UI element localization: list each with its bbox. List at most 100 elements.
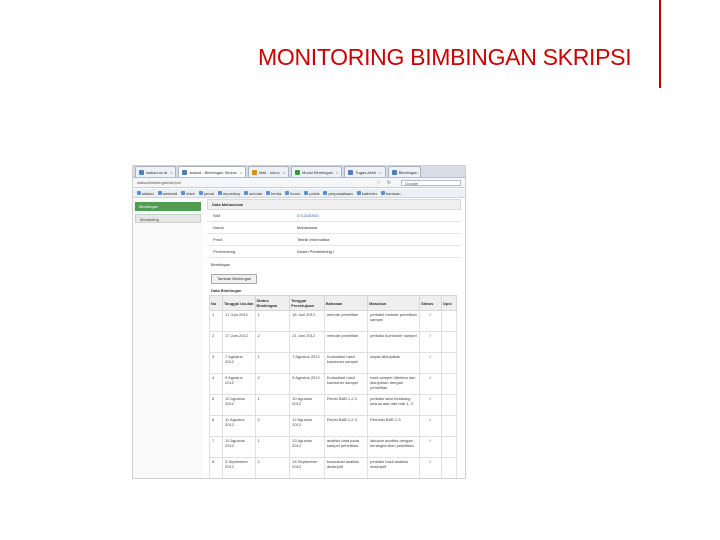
table-cell-opsi[interactable] [440, 373, 458, 395]
table-cell: 7 Agustus 2012 [222, 352, 256, 374]
bookmark-item[interactable]: kalender [356, 191, 377, 196]
table-cell: konsultasi analisis deskriptif [323, 457, 369, 478]
bookmark-icon [137, 191, 141, 195]
tab-siakad[interactable]: siakad.ac.id × [135, 166, 177, 177]
table-cell-opsi[interactable] [440, 394, 458, 416]
bookmark-label: repository [222, 190, 241, 196]
info-row-prodi: Prodi Teknik Informatika [207, 234, 461, 246]
bookmark-item[interactable]: jurnal [198, 191, 214, 196]
info-row-pembimbing: Pembimbing Dosen Pembimbing I [207, 246, 461, 258]
tab-modul[interactable]: Modul Bimbingan × [290, 166, 343, 177]
tab-mail[interactable]: Mail - Inbox × [247, 166, 289, 177]
table-cell: 5 [209, 394, 223, 416]
bookmark-item[interactable]: perpustakaan [323, 190, 353, 196]
table-cell: 11 Agustus 2012 [222, 415, 256, 437]
favicon-icon [182, 169, 188, 175]
field-value: Dosen Pembimbing I [297, 249, 335, 254]
bookmark-label: drive [186, 190, 195, 196]
table-cell: 2 [254, 331, 291, 353]
table-cell: analisis data pada sampel penelitian [323, 436, 369, 458]
table-cell: 2 [254, 373, 291, 395]
close-icon[interactable]: × [336, 168, 338, 177]
bookmark-icon [323, 191, 328, 195]
add-bimbingan-button[interactable]: Tambah Bimbingan [211, 274, 258, 284]
table-cell: 1 [254, 310, 291, 332]
tab-bimbingan[interactable]: siakad - Bimbingan Skripsi × [178, 166, 246, 177]
star-icon[interactable]: ☆ [377, 178, 381, 188]
tab-label: siakad - Bimbingan Skripsi [189, 169, 237, 175]
table-cell-opsi[interactable] [440, 352, 458, 374]
table-cell: Konsultasi hasil kuesioner sampel [323, 352, 369, 374]
table-cell: 3 [209, 352, 223, 374]
table-cell: Revisi BAB 1,2,3 [323, 394, 369, 416]
table-cell-opsi[interactable] [440, 331, 458, 353]
table-cell: 10 Agustus 2012 [222, 394, 256, 416]
status-check-icon: ✓ [419, 457, 442, 478]
table-header-row: No Tanggal Usulan Status Bimbingan Tangg… [209, 295, 458, 311]
table-cell: Revisi BAB 1,2,3 [323, 415, 369, 437]
tab-label: Mail - Inbox [258, 169, 280, 175]
url-text: siakad/bimbingan/skripsi [137, 180, 181, 185]
browser-screenshot: siakad.ac.id × siakad - Bimbingan Skripsi… [132, 165, 466, 479]
field-label: Nama [213, 225, 224, 230]
close-icon[interactable]: × [379, 168, 381, 177]
field-label: Prodi [213, 237, 223, 242]
bookmark-icon [285, 191, 290, 195]
table-row: 1 17 Juni 2012 1 18 Juni 2012 metode penelit… [209, 310, 458, 332]
bookmark-label: siakad [142, 190, 154, 196]
tab-label: Modul Bimbingan [301, 169, 333, 175]
column-header: Masukan [367, 295, 421, 311]
table-title: Data Bimbingan [211, 288, 242, 293]
column-header: Tanggal Persetujuan [289, 295, 325, 311]
table-cell-opsi[interactable] [440, 436, 458, 458]
bookmark-item[interactable]: scholar [244, 191, 262, 196]
sidebar-item-bimbingan[interactable]: Bimbingan [135, 202, 201, 211]
bookmark-item[interactable]: drive [181, 191, 195, 196]
table-cell: 6 [209, 415, 223, 437]
field-value-link[interactable]: 0712100011 [297, 213, 319, 218]
table-cell: perbaiki latar belakang sesuai ada dari … [367, 394, 421, 416]
bookmark-icon [266, 191, 271, 195]
bookmark-item[interactable]: berita [266, 191, 281, 196]
column-header: Tanggal Usulan [222, 295, 256, 311]
info-row-nama: Nama Mahasiswa [207, 222, 461, 234]
bookmark-item[interactable]: portal [304, 191, 319, 196]
table-row: 5 10 Agustus 2012 1 10 Agustus 2012 Revisi B… [209, 394, 458, 416]
table-cell: 12 Agustus 2012 [289, 415, 325, 437]
table-cell-opsi[interactable] [440, 457, 458, 478]
close-icon[interactable]: × [240, 168, 242, 177]
column-header: Status [419, 295, 442, 311]
tab-bimbingan-2[interactable]: Bimbingan [387, 166, 422, 177]
field-value: Teknik Informatika [297, 237, 330, 242]
table-cell: hasil sampel diterima dan dianjurkan den… [367, 373, 421, 395]
close-icon[interactable]: × [170, 168, 172, 177]
status-check-icon: ✓ [419, 331, 442, 353]
table-cell: 10 Agustus 2012 [289, 394, 325, 416]
table-cell: 1 [254, 436, 291, 458]
table-cell: 18 September 2012 [289, 457, 325, 478]
favicon-icon [251, 169, 257, 175]
table-row: 49 Agustus 2012 2 9 Agustus 2012 Konsultasi… [209, 373, 458, 395]
table-cell: 21 Juni 2012 [289, 331, 325, 353]
close-icon[interactable]: × [283, 168, 285, 177]
address-bar[interactable]: siakad/bimbingan/skripsi ☆ ↻ Google [133, 178, 465, 188]
bookmark-item[interactable]: forum [285, 191, 300, 196]
bookmark-icon [198, 191, 203, 195]
bookmark-item[interactable]: bantuan [381, 191, 401, 196]
table-cell: metode penelitian [323, 331, 369, 353]
table-cell: Perbaiki BAB 1-3 [367, 415, 421, 437]
status-check-icon: ✓ [419, 310, 442, 332]
bookmark-label: perpustakaan [328, 190, 353, 196]
table-cell-opsi[interactable] [440, 415, 458, 437]
table-cell: 4 [209, 373, 223, 395]
reload-icon[interactable]: ↻ [387, 178, 391, 188]
tab-tugas-akhir[interactable]: Tugas Akhir × [344, 166, 386, 177]
bookmark-item[interactable]: webmail [157, 191, 177, 196]
sidebar-item-monitoring[interactable]: Monitoring [135, 214, 201, 223]
bookmark-icon [181, 191, 186, 195]
bookmark-item[interactable]: repository [217, 190, 241, 196]
table-cell: dapat dilanjutkan [367, 352, 421, 374]
table-cell-opsi[interactable] [440, 310, 458, 332]
search-input[interactable]: Google [401, 180, 461, 186]
bookmark-item[interactable]: siakad [137, 191, 154, 196]
